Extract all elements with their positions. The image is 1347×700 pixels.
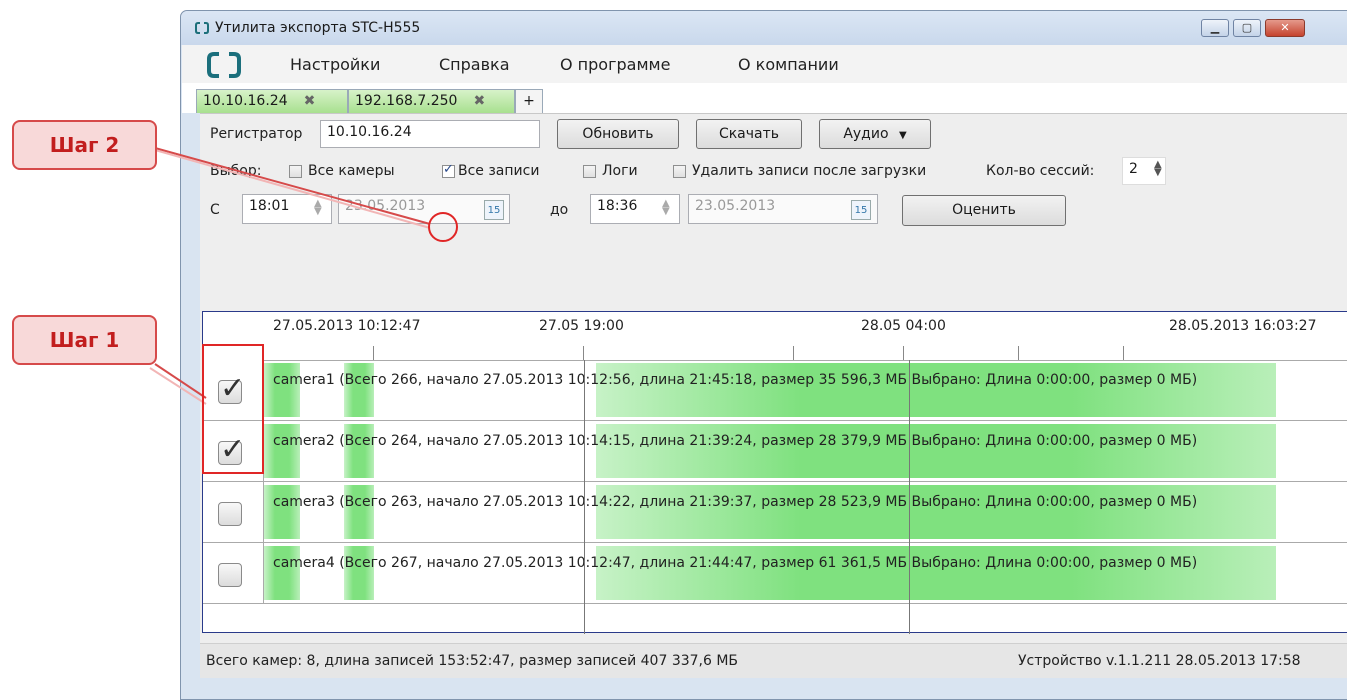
step2-callout: Шаг 2 (12, 120, 157, 170)
step2-highlight (428, 212, 458, 242)
step1-highlight (202, 344, 264, 474)
step1-callout: Шаг 1 (12, 315, 157, 365)
callout-lines (149, 147, 431, 405)
